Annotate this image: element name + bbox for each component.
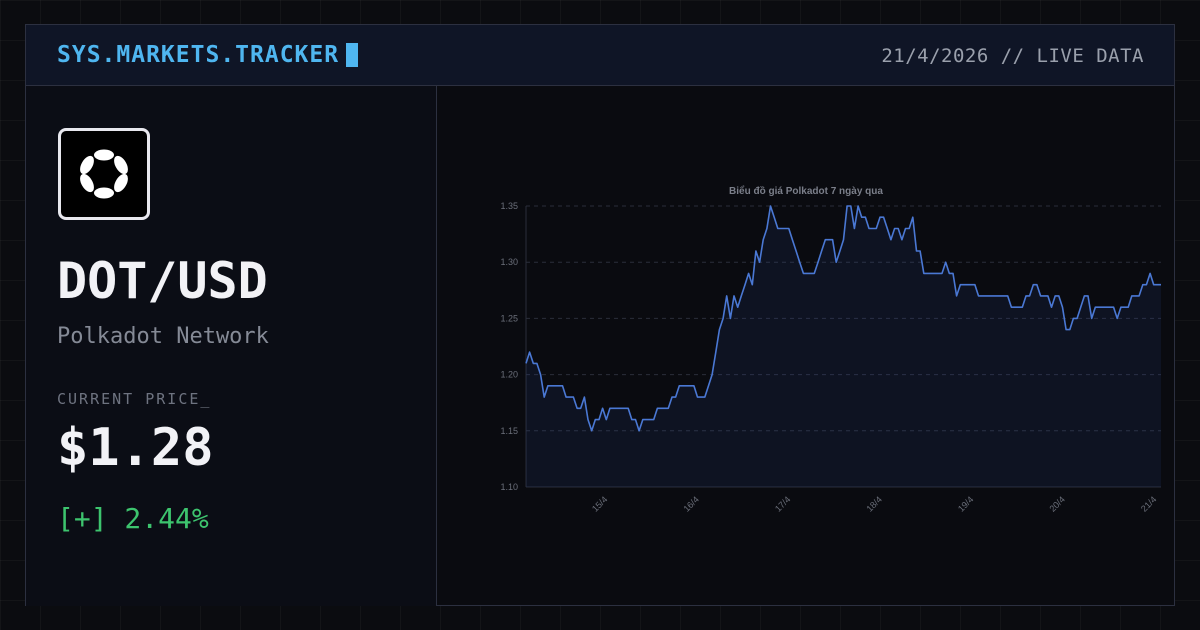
x-tick-label: 20/4 [1047, 494, 1066, 513]
top-bar: SYS.MARKETS.TRACKER 21/4/2026 // LIVE DA… [26, 25, 1174, 86]
network-name: Polkadot Network [57, 324, 269, 349]
asset-panel: DOT/USD Polkadot Network CURRENT PRICE_ … [26, 86, 437, 606]
y-tick-label: 1.30 [500, 257, 518, 267]
polkadot-logo-icon [58, 128, 150, 220]
price-area [526, 206, 1161, 487]
x-tick-label: 18/4 [864, 494, 883, 513]
status-readout: 21/4/2026 // LIVE DATA [881, 45, 1144, 67]
y-tick-label: 1.35 [500, 201, 518, 211]
blinking-cursor [346, 43, 359, 67]
y-tick-label: 1.15 [500, 426, 518, 436]
price-chart: 1.35 1.30 1.25 1.20 1.15 1.10 15/4 16/4 17/4 18/4… [500, 185, 1161, 514]
brand-title: SYS.MARKETS.TRACKER [57, 42, 359, 68]
price-change: [+] 2.44% [57, 502, 209, 535]
x-tick-label: 16/4 [681, 494, 700, 513]
chart-title: Biểu đồ giá Polkadot 7 ngày qua [729, 185, 883, 197]
x-tick-label: 17/4 [773, 494, 792, 513]
brand-label: SYS.MARKETS.TRACKER [57, 42, 340, 68]
y-tick-label: 1.20 [500, 370, 518, 380]
card-frame: SYS.MARKETS.TRACKER 21/4/2026 // LIVE DA… [25, 24, 1175, 606]
y-tick-label: 1.10 [500, 482, 518, 492]
price-label: CURRENT PRICE_ [57, 390, 212, 408]
y-tick-label: 1.25 [500, 313, 518, 323]
x-tick-label: 19/4 [956, 494, 975, 513]
pair-title: DOT/USD [57, 252, 268, 310]
x-tick-label: 21/4 [1139, 494, 1158, 513]
current-price: $1.28 [57, 418, 214, 478]
chart-panel: 1.35 1.30 1.25 1.20 1.15 1.10 15/4 16/4 17/4 18/4… [438, 86, 1174, 606]
x-tick-label: 15/4 [590, 494, 609, 513]
